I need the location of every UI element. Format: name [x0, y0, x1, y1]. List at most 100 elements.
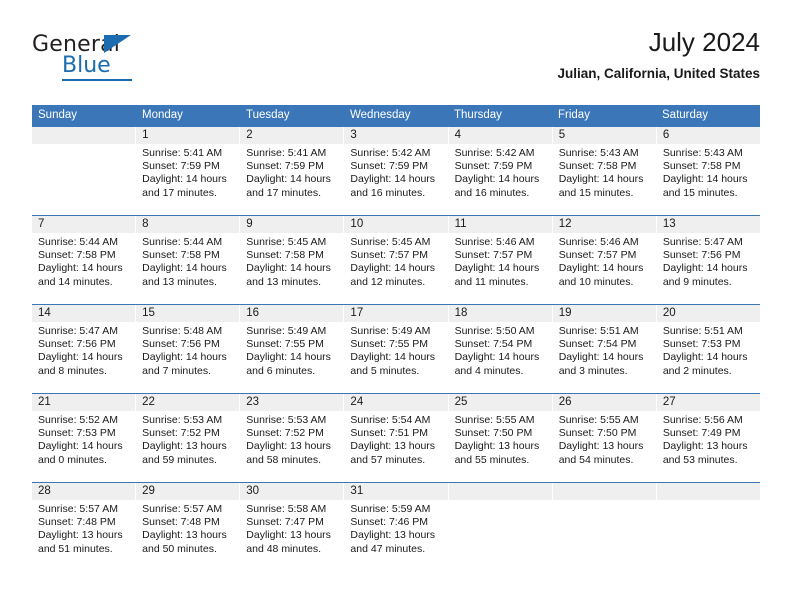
- day-info: Sunrise: 5:57 AM Sunset: 7:48 PM Dayligh…: [136, 500, 239, 556]
- daylight-text-line2: and 10 minutes.: [558, 275, 634, 288]
- day-cell[interactable]: 14 Sunrise: 5:47 AM Sunset: 7:56 PM Dayl…: [32, 305, 137, 393]
- day-cell[interactable]: 4 Sunrise: 5:42 AM Sunset: 7:59 PM Dayli…: [448, 127, 553, 215]
- daylight-text-line2: and 15 minutes.: [662, 186, 738, 199]
- day-cell[interactable]: 3 Sunrise: 5:42 AM Sunset: 7:59 PM Dayli…: [344, 127, 449, 215]
- day-number: 26: [552, 394, 656, 411]
- day-cell[interactable]: 13 Sunrise: 5:47 AM Sunset: 7:56 PM Dayl…: [656, 216, 760, 304]
- day-cell[interactable]: 20 Sunrise: 5:51 AM Sunset: 7:53 PM Dayl…: [656, 305, 760, 393]
- day-info: Sunrise: 5:51 AM Sunset: 7:54 PM Dayligh…: [553, 322, 656, 378]
- day-info: Sunrise: 5:57 AM Sunset: 7:48 PM Dayligh…: [32, 500, 135, 556]
- daylight-text-line1: Daylight: 13 hours: [142, 440, 227, 453]
- day-number: 13: [656, 216, 760, 233]
- day-info: [32, 144, 135, 147]
- day-cell[interactable]: 31 Sunrise: 5:59 AM Sunset: 7:46 PM Dayl…: [344, 483, 449, 571]
- sunset-text: Sunset: 7:58 PM: [558, 160, 637, 173]
- day-cell[interactable]: [448, 483, 553, 571]
- week-row: 21 Sunrise: 5:52 AM Sunset: 7:53 PM Dayl…: [32, 393, 760, 482]
- daylight-text-line1: Daylight: 14 hours: [246, 262, 331, 275]
- sunrise-text: Sunrise: 5:55 AM: [454, 414, 535, 426]
- daylight-text-line2: and 9 minutes.: [662, 275, 732, 288]
- daylight-text-line2: and 17 minutes.: [246, 186, 321, 199]
- general-blue-logo: General Blue: [32, 32, 232, 92]
- day-number: 15: [136, 305, 240, 322]
- sunrise-text: Sunrise: 5:44 AM: [142, 236, 223, 248]
- day-cell[interactable]: 2 Sunrise: 5:41 AM Sunset: 7:59 PM Dayli…: [240, 127, 345, 215]
- day-number: 3: [344, 127, 448, 144]
- day-cell[interactable]: [32, 127, 137, 215]
- sunset-text: Sunset: 7:53 PM: [662, 338, 741, 351]
- day-cell[interactable]: 17 Sunrise: 5:49 AM Sunset: 7:55 PM Dayl…: [344, 305, 449, 393]
- daylight-text-line2: and 47 minutes.: [350, 542, 426, 555]
- sunset-text: Sunset: 7:58 PM: [142, 249, 220, 262]
- sunrise-text: Sunrise: 5:41 AM: [246, 147, 327, 159]
- day-cell[interactable]: 11 Sunrise: 5:46 AM Sunset: 7:57 PM Dayl…: [448, 216, 553, 304]
- sunset-text: Sunset: 7:52 PM: [246, 427, 324, 440]
- day-info: Sunrise: 5:51 AM Sunset: 7:53 PM Dayligh…: [657, 322, 760, 378]
- daylight-text-line2: and 13 minutes.: [246, 275, 321, 288]
- day-number: 21: [32, 394, 136, 411]
- sunrise-text: Sunrise: 5:54 AM: [350, 414, 431, 426]
- day-info: Sunrise: 5:50 AM Sunset: 7:54 PM Dayligh…: [449, 322, 552, 378]
- day-cell[interactable]: 21 Sunrise: 5:52 AM Sunset: 7:53 PM Dayl…: [32, 394, 137, 482]
- sunset-text: Sunset: 7:48 PM: [142, 516, 220, 529]
- daylight-text-line2: and 16 minutes.: [454, 186, 530, 199]
- day-cell[interactable]: 6 Sunrise: 5:43 AM Sunset: 7:58 PM Dayli…: [656, 127, 760, 215]
- day-cell[interactable]: 10 Sunrise: 5:45 AM Sunset: 7:57 PM Dayl…: [344, 216, 449, 304]
- daylight-text-line2: and 16 minutes.: [350, 186, 426, 199]
- day-cell[interactable]: 5 Sunrise: 5:43 AM Sunset: 7:58 PM Dayli…: [552, 127, 657, 215]
- day-cell[interactable]: 18 Sunrise: 5:50 AM Sunset: 7:54 PM Dayl…: [448, 305, 553, 393]
- day-cell[interactable]: 25 Sunrise: 5:55 AM Sunset: 7:50 PM Dayl…: [448, 394, 553, 482]
- daylight-text-line1: Daylight: 13 hours: [38, 529, 123, 542]
- day-number: 27: [656, 394, 760, 411]
- weekday-header-sunday: Sunday: [38, 109, 78, 121]
- sunset-text: Sunset: 7:54 PM: [558, 338, 637, 351]
- weekday-header-wednesday: Wednesday: [350, 109, 411, 121]
- daylight-text-line2: and 55 minutes.: [454, 453, 530, 466]
- day-cell[interactable]: 23 Sunrise: 5:53 AM Sunset: 7:52 PM Dayl…: [240, 394, 345, 482]
- daylight-text-line1: Daylight: 13 hours: [350, 529, 436, 542]
- logo-text-blue: Blue: [62, 53, 111, 78]
- day-cell[interactable]: [552, 483, 657, 571]
- day-info: Sunrise: 5:43 AM Sunset: 7:58 PM Dayligh…: [553, 144, 656, 200]
- day-cell[interactable]: 9 Sunrise: 5:45 AM Sunset: 7:58 PM Dayli…: [240, 216, 345, 304]
- daylight-text-line1: Daylight: 14 hours: [558, 351, 644, 364]
- week-row: 28 Sunrise: 5:57 AM Sunset: 7:48 PM Dayl…: [32, 482, 760, 571]
- day-info: Sunrise: 5:49 AM Sunset: 7:55 PM Dayligh…: [240, 322, 343, 378]
- daylight-text-line1: Daylight: 13 hours: [558, 440, 644, 453]
- weekday-header-friday: Friday: [558, 109, 590, 121]
- day-cell[interactable]: 15 Sunrise: 5:48 AM Sunset: 7:56 PM Dayl…: [136, 305, 241, 393]
- daylight-text-line2: and 50 minutes.: [142, 542, 217, 555]
- day-cell[interactable]: 16 Sunrise: 5:49 AM Sunset: 7:55 PM Dayl…: [240, 305, 345, 393]
- sunset-text: Sunset: 7:55 PM: [350, 338, 429, 351]
- day-info: Sunrise: 5:58 AM Sunset: 7:47 PM Dayligh…: [240, 500, 343, 556]
- day-cell[interactable]: [656, 483, 760, 571]
- day-cell[interactable]: 24 Sunrise: 5:54 AM Sunset: 7:51 PM Dayl…: [344, 394, 449, 482]
- daylight-text-line1: Daylight: 14 hours: [142, 262, 227, 275]
- day-number: [552, 483, 656, 500]
- day-number: 31: [344, 483, 448, 500]
- day-cell[interactable]: 19 Sunrise: 5:51 AM Sunset: 7:54 PM Dayl…: [552, 305, 657, 393]
- daylight-text-line2: and 54 minutes.: [558, 453, 634, 466]
- sunset-text: Sunset: 7:54 PM: [454, 338, 533, 351]
- day-cell[interactable]: 28 Sunrise: 5:57 AM Sunset: 7:48 PM Dayl…: [32, 483, 137, 571]
- day-info: Sunrise: 5:53 AM Sunset: 7:52 PM Dayligh…: [136, 411, 239, 467]
- sunrise-text: Sunrise: 5:47 AM: [38, 325, 118, 337]
- day-cell[interactable]: 27 Sunrise: 5:56 AM Sunset: 7:49 PM Dayl…: [656, 394, 760, 482]
- day-number: 4: [448, 127, 552, 144]
- sunset-text: Sunset: 7:57 PM: [350, 249, 429, 262]
- day-cell[interactable]: 29 Sunrise: 5:57 AM Sunset: 7:48 PM Dayl…: [136, 483, 241, 571]
- sunset-text: Sunset: 7:52 PM: [142, 427, 220, 440]
- day-cell[interactable]: 8 Sunrise: 5:44 AM Sunset: 7:58 PM Dayli…: [136, 216, 241, 304]
- sunrise-text: Sunrise: 5:57 AM: [38, 503, 118, 515]
- daylight-text-line1: Daylight: 14 hours: [38, 440, 123, 453]
- day-cell[interactable]: 26 Sunrise: 5:55 AM Sunset: 7:50 PM Dayl…: [552, 394, 657, 482]
- day-number: 23: [240, 394, 344, 411]
- day-cell[interactable]: 1 Sunrise: 5:41 AM Sunset: 7:59 PM Dayli…: [136, 127, 241, 215]
- daylight-text-line2: and 14 minutes.: [38, 275, 113, 288]
- day-cell[interactable]: 12 Sunrise: 5:46 AM Sunset: 7:57 PM Dayl…: [552, 216, 657, 304]
- daylight-text-line2: and 8 minutes.: [38, 364, 107, 377]
- day-cell[interactable]: 30 Sunrise: 5:58 AM Sunset: 7:47 PM Dayl…: [240, 483, 345, 571]
- daylight-text-line1: Daylight: 14 hours: [558, 173, 644, 186]
- day-cell[interactable]: 7 Sunrise: 5:44 AM Sunset: 7:58 PM Dayli…: [32, 216, 137, 304]
- day-cell[interactable]: 22 Sunrise: 5:53 AM Sunset: 7:52 PM Dayl…: [136, 394, 241, 482]
